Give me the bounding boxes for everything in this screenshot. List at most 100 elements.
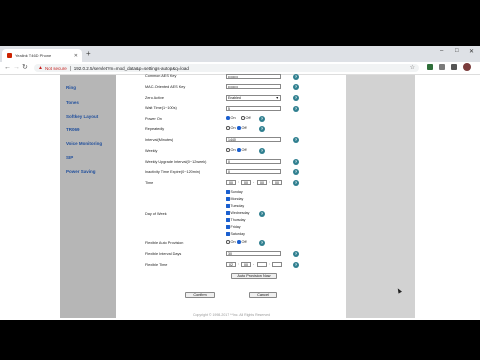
friday-checkbox[interactable]: Friday bbox=[226, 225, 241, 229]
reload-icon[interactable]: ↻ bbox=[22, 63, 28, 73]
help-icon[interactable]: ? bbox=[293, 95, 299, 101]
sidebar-item-tones[interactable]: Tones bbox=[66, 100, 79, 105]
close-tab-icon[interactable]: ✕ bbox=[74, 53, 78, 59]
interval-input[interactable]: 1440 bbox=[226, 137, 281, 142]
power-on-on-radio[interactable]: On bbox=[226, 116, 236, 120]
saturday-checkbox[interactable]: Saturday bbox=[226, 232, 245, 236]
sidebar-item-sip[interactable]: SIP bbox=[66, 155, 73, 160]
flexible-interval-days-input[interactable]: 30 bbox=[226, 251, 281, 256]
time-separator: : bbox=[269, 180, 270, 184]
flexible-on-radio[interactable]: On bbox=[226, 240, 236, 244]
help-icon[interactable]: ? bbox=[259, 148, 265, 154]
flexible-start-minute-input[interactable]: 00 bbox=[241, 262, 251, 267]
interval-label: Interval(Minutes) bbox=[145, 138, 174, 142]
monday-checkbox[interactable]: Monday bbox=[226, 197, 243, 201]
weekly-off-radio[interactable]: Off bbox=[237, 148, 247, 152]
help-icon[interactable]: ? bbox=[293, 159, 299, 165]
common-aes-key-input[interactable]: •••••••• bbox=[226, 74, 281, 79]
sidebar-item-softkey-layout[interactable]: Softkey Layout bbox=[66, 114, 98, 119]
extension-icon[interactable] bbox=[427, 64, 433, 70]
address-bar[interactable]: ▲ Not secure 192.0.2.5/servlet?m=mod_dat… bbox=[34, 64, 419, 72]
minimize-button[interactable]: – bbox=[440, 48, 443, 54]
repeatedly-on-radio[interactable]: On bbox=[226, 126, 236, 130]
checkbox-label: Tuesday bbox=[230, 204, 245, 208]
checkbox-label: Saturday bbox=[230, 232, 245, 236]
time-separator: : bbox=[238, 180, 239, 184]
day-of-week-label: Day of Week bbox=[145, 212, 167, 216]
weekly-label: Weekly bbox=[145, 149, 158, 153]
wednesday-checkbox[interactable]: Wednesday bbox=[226, 211, 249, 215]
mac-aes-key-input[interactable]: •••••••• bbox=[226, 84, 281, 89]
help-icon[interactable]: ? bbox=[259, 211, 265, 217]
sidebar: Ring Tones Softkey Layout TR069 Voice Mo… bbox=[60, 75, 116, 318]
inactivity-time-expire-input[interactable]: 0 bbox=[226, 169, 281, 174]
web-page: Ring Tones Softkey Layout TR069 Voice Mo… bbox=[0, 74, 480, 320]
radio-label: On bbox=[230, 148, 236, 152]
checkbox-checked-icon bbox=[226, 225, 230, 229]
radio-label: On bbox=[230, 126, 236, 130]
wait-time-input[interactable]: 5 bbox=[226, 106, 281, 111]
chevron-down-icon: ▼ bbox=[275, 96, 279, 100]
checkbox-label: Sunday bbox=[230, 190, 243, 194]
back-icon[interactable]: ← bbox=[4, 63, 11, 73]
forward-icon[interactable]: → bbox=[13, 63, 20, 73]
help-icon[interactable]: ? bbox=[293, 74, 299, 80]
time-start-minute-input[interactable]: 00 bbox=[241, 180, 251, 185]
maximize-button[interactable]: □ bbox=[455, 48, 459, 54]
help-icon[interactable]: ? bbox=[293, 251, 299, 257]
help-icon[interactable]: ? bbox=[293, 137, 299, 143]
auto-provision-now-button[interactable]: Auto Provision Now bbox=[231, 273, 277, 279]
profile-avatar[interactable] bbox=[463, 63, 471, 71]
weekly-upgrade-interval-input[interactable]: 0 bbox=[226, 159, 281, 164]
weekly-on-radio[interactable]: On bbox=[226, 148, 236, 152]
help-icon[interactable]: ? bbox=[259, 116, 265, 122]
sidebar-item-power-saving[interactable]: Power Saving bbox=[66, 169, 96, 174]
bookmark-star-icon[interactable]: ☆ bbox=[410, 64, 415, 72]
help-icon[interactable]: ? bbox=[293, 106, 299, 112]
help-icon[interactable]: ? bbox=[293, 84, 299, 90]
close-window-button[interactable]: ✕ bbox=[469, 48, 474, 55]
checkbox-checked-icon bbox=[226, 190, 230, 194]
radio-unselected-icon bbox=[226, 126, 230, 130]
radio-selected-icon bbox=[237, 126, 241, 130]
tab-title: Yealink T46D Phone bbox=[15, 53, 52, 58]
help-icon[interactable]: ? bbox=[259, 240, 265, 246]
help-icon[interactable]: ? bbox=[293, 262, 299, 268]
confirm-button[interactable]: Confirm bbox=[185, 292, 215, 298]
zero-active-select[interactable]: Enabled ▼ bbox=[226, 95, 281, 101]
time-end-minute-input[interactable]: 00 bbox=[272, 180, 282, 185]
extension-icon[interactable] bbox=[439, 64, 445, 70]
sidebar-item-ring[interactable]: Ring bbox=[66, 85, 76, 90]
new-tab-button[interactable]: + bbox=[86, 49, 91, 59]
flexible-end-hour-input[interactable] bbox=[257, 262, 267, 267]
radio-label: Off bbox=[241, 148, 247, 152]
power-on-off-radio[interactable]: Off bbox=[241, 116, 251, 120]
flexible-start-hour-input[interactable]: 02 bbox=[226, 262, 236, 267]
thursday-checkbox[interactable]: Thursday bbox=[226, 218, 245, 222]
browser-tab[interactable]: Yealink T46D Phone ✕ bbox=[2, 49, 82, 62]
checkbox-label: Monday bbox=[230, 197, 244, 201]
extensions-puzzle-icon[interactable] bbox=[451, 64, 457, 70]
sidebar-item-tr069[interactable]: TR069 bbox=[66, 127, 80, 132]
help-icon[interactable]: ? bbox=[259, 126, 265, 132]
time-start-hour-input[interactable]: 00 bbox=[226, 180, 236, 185]
time-end-hour-input[interactable]: 00 bbox=[257, 180, 267, 185]
security-label: Not secure bbox=[44, 65, 67, 71]
sunday-checkbox[interactable]: Sunday bbox=[226, 190, 243, 194]
radio-unselected-icon bbox=[226, 148, 230, 152]
flexible-off-radio[interactable]: Off bbox=[237, 240, 247, 244]
sidebar-item-voice-monitoring[interactable]: Voice Monitoring bbox=[66, 141, 102, 146]
help-icon[interactable]: ? bbox=[293, 169, 299, 175]
repeatedly-off-radio[interactable]: Off bbox=[237, 126, 247, 130]
radio-label: Off bbox=[241, 240, 247, 244]
favicon-icon bbox=[7, 53, 12, 58]
warning-icon: ▲ bbox=[38, 65, 43, 71]
time-range-dash: - bbox=[253, 262, 255, 266]
checkbox-checked-icon bbox=[226, 197, 230, 201]
flexible-end-minute-input[interactable] bbox=[272, 262, 282, 267]
cancel-button[interactable]: Cancel bbox=[249, 292, 277, 298]
checkbox-checked-icon bbox=[226, 232, 230, 236]
settings-form: Common AES Key •••••••• ? MAC-Oriented A… bbox=[119, 74, 344, 320]
help-icon[interactable]: ? bbox=[293, 180, 299, 186]
tuesday-checkbox[interactable]: Tuesday bbox=[226, 204, 244, 208]
